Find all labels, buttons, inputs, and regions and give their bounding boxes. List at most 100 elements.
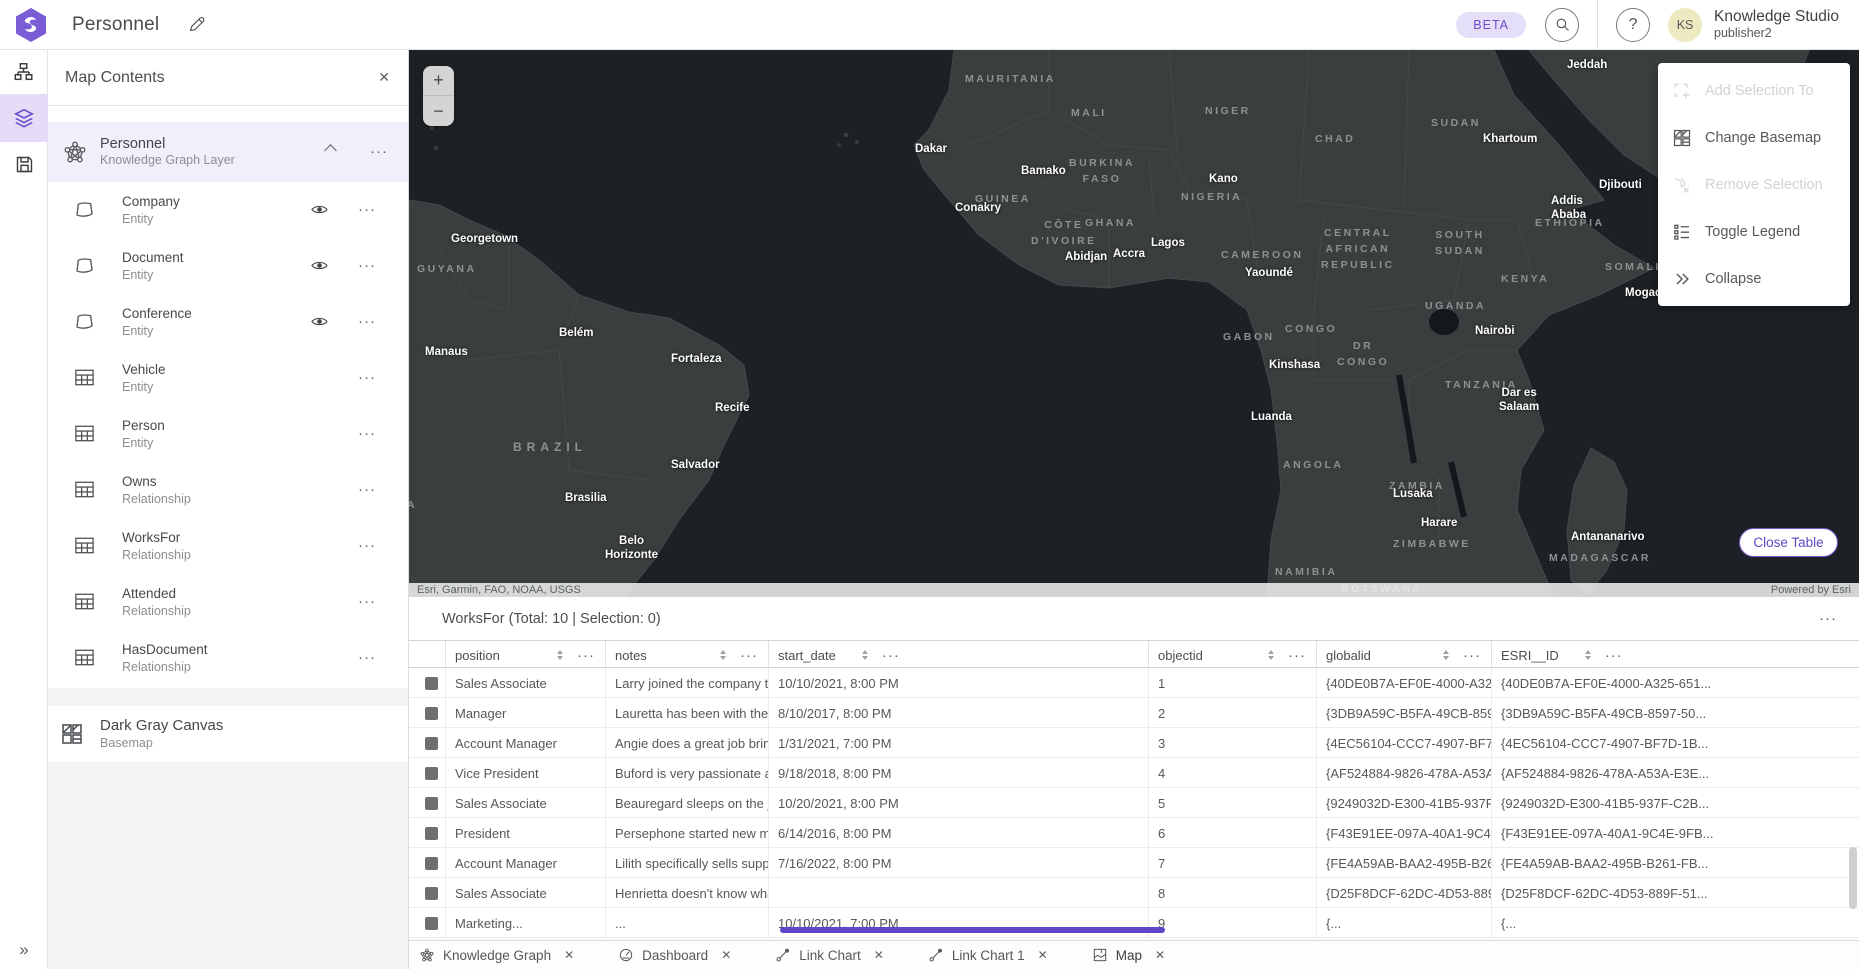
layer-options-button[interactable]: ···: [358, 369, 376, 386]
collapse-group-chevron-icon[interactable]: [324, 144, 337, 157]
table-row[interactable]: Account ManagerLilith specifically sells…: [409, 848, 1859, 878]
column-options-button[interactable]: ···: [740, 647, 758, 664]
column-options-button[interactable]: ···: [882, 647, 900, 664]
layer-options-button[interactable]: ···: [358, 425, 376, 442]
table-row[interactable]: Vice PresidentBuford is very passionate …: [409, 758, 1859, 788]
tab-dashboard[interactable]: Dashboard ✕: [618, 947, 731, 963]
layer-options-button[interactable]: ···: [358, 481, 376, 498]
rail-item-data-model[interactable]: [0, 50, 48, 94]
zoom-out-button[interactable]: −: [423, 96, 454, 126]
layer-row-owns[interactable]: OwnsRelationship ···: [48, 462, 408, 518]
column-header-globalid[interactable]: globalid···: [1317, 641, 1492, 669]
layer-row-person[interactable]: PersonEntity ···: [48, 406, 408, 462]
zoom-in-button[interactable]: +: [423, 66, 454, 96]
row-checkbox[interactable]: [425, 857, 438, 870]
select-all-header[interactable]: [409, 641, 446, 669]
country-label: NIGER: [1205, 104, 1251, 120]
close-table-button[interactable]: Close Table: [1739, 528, 1838, 557]
row-checkbox[interactable]: [425, 917, 438, 930]
menu-item-toggle-legend[interactable]: Toggle Legend: [1658, 208, 1850, 255]
expand-rail-button[interactable]: »: [0, 935, 48, 965]
table-row-partial[interactable]: Marketing......10/10/2021, 7:00 PM9{...{…: [409, 908, 1859, 938]
close-tab-icon[interactable]: ✕: [1155, 948, 1165, 962]
sort-icon[interactable]: [557, 650, 563, 660]
map-icon: [1092, 947, 1108, 963]
beta-badge: BETA: [1456, 12, 1526, 38]
table-row[interactable]: Sales AssociateHenrietta doesn't know wh…: [409, 878, 1859, 908]
row-checkbox[interactable]: [425, 707, 438, 720]
tab-map[interactable]: Map ✕: [1092, 947, 1165, 963]
layer-options-button[interactable]: ···: [358, 593, 376, 610]
visibility-eye-icon[interactable]: [310, 312, 329, 331]
close-panel-button[interactable]: ✕: [378, 69, 390, 86]
row-checkbox[interactable]: [425, 767, 438, 780]
layer-row-vehicle[interactable]: VehicleEntity ···: [48, 350, 408, 406]
table-row[interactable]: Sales AssociateLarry joined the company …: [409, 668, 1859, 698]
search-button[interactable]: [1545, 8, 1579, 42]
table-icon: [73, 478, 96, 501]
table-row[interactable]: ManagerLauretta has been with the comp..…: [409, 698, 1859, 728]
sort-icon[interactable]: [862, 650, 868, 660]
row-checkbox[interactable]: [425, 887, 438, 900]
sort-icon[interactable]: [1443, 650, 1449, 660]
rail-item-save[interactable]: [0, 142, 48, 186]
row-checkbox[interactable]: [425, 827, 438, 840]
table-horizontal-scrollbar[interactable]: [780, 927, 1165, 933]
close-tab-icon[interactable]: ✕: [564, 948, 574, 962]
column-header-position[interactable]: position···: [446, 641, 606, 669]
close-tab-icon[interactable]: ✕: [1038, 948, 1048, 962]
layer-row-company[interactable]: CompanyEntity ···: [48, 182, 408, 238]
map-view[interactable]: MAURITANIA MALI NIGER CHAD SUDAN BURKINA…: [409, 50, 1859, 597]
layer-type: Entity: [122, 323, 192, 339]
table-vertical-scrollbar[interactable]: [1849, 847, 1857, 909]
visibility-eye-icon[interactable]: [310, 256, 329, 275]
rail-item-layers[interactable]: [0, 94, 48, 142]
sort-icon[interactable]: [720, 650, 726, 660]
layer-options-button[interactable]: ···: [358, 313, 376, 330]
legend-icon: [1672, 222, 1692, 242]
avatar[interactable]: KS: [1668, 8, 1702, 42]
row-checkbox[interactable]: [425, 677, 438, 690]
column-header-esri-id[interactable]: ESRI__ID···: [1492, 641, 1859, 669]
column-header-notes[interactable]: notes···: [606, 641, 769, 669]
layer-options-button[interactable]: ···: [358, 257, 376, 274]
table-options-button[interactable]: ···: [1819, 610, 1837, 627]
sort-icon[interactable]: [1268, 650, 1274, 660]
basemap-row[interactable]: Dark Gray Canvas Basemap: [48, 706, 408, 762]
column-header-objectid[interactable]: objectid···: [1149, 641, 1317, 669]
menu-item-collapse[interactable]: Collapse: [1658, 255, 1850, 302]
layer-options-button[interactable]: ···: [358, 201, 376, 218]
layer-row-conference[interactable]: ConferenceEntity ···: [48, 294, 408, 350]
edit-title-pencil-icon[interactable]: [187, 15, 206, 34]
group-options-button[interactable]: ···: [370, 143, 388, 160]
layer-options-button[interactable]: ···: [358, 649, 376, 666]
layer-options-button[interactable]: ···: [358, 537, 376, 554]
close-tab-icon[interactable]: ✕: [721, 948, 731, 962]
sort-icon[interactable]: [1585, 650, 1591, 660]
layer-row-document[interactable]: DocumentEntity ···: [48, 238, 408, 294]
layer-group-personnel[interactable]: Personnel Knowledge Graph Layer ···: [48, 122, 408, 182]
layer-row-hasdocument[interactable]: HasDocumentRelationship ···: [48, 630, 408, 686]
tab-knowledge-graph[interactable]: Knowledge Graph ✕: [419, 947, 574, 963]
visibility-eye-icon[interactable]: [310, 200, 329, 219]
city-label: Lagos: [1151, 236, 1185, 250]
menu-item-change-basemap[interactable]: Change Basemap: [1658, 114, 1850, 161]
menu-item-remove-selection: Remove Selection: [1658, 161, 1850, 208]
column-options-button[interactable]: ···: [1288, 647, 1306, 664]
table-row[interactable]: Account ManagerAngie does a great job br…: [409, 728, 1859, 758]
row-checkbox[interactable]: [425, 797, 438, 810]
column-options-button[interactable]: ···: [577, 647, 595, 664]
column-header-start-date[interactable]: start_date···: [769, 641, 1149, 669]
tab-link-chart[interactable]: Link Chart ✕: [775, 947, 884, 963]
layer-row-worksfor[interactable]: WorksForRelationship ···: [48, 518, 408, 574]
table-icon: [73, 590, 96, 613]
column-options-button[interactable]: ···: [1463, 647, 1481, 664]
tab-link-chart-1[interactable]: Link Chart 1 ✕: [928, 947, 1048, 963]
layer-row-attended[interactable]: AttendedRelationship ···: [48, 574, 408, 630]
column-options-button[interactable]: ···: [1605, 647, 1623, 664]
row-checkbox[interactable]: [425, 737, 438, 750]
table-row[interactable]: Sales AssociateBeauregard sleeps on the …: [409, 788, 1859, 818]
table-row[interactable]: PresidentPersephone started new metal o.…: [409, 818, 1859, 848]
help-button[interactable]: ?: [1616, 8, 1650, 42]
close-tab-icon[interactable]: ✕: [874, 948, 884, 962]
